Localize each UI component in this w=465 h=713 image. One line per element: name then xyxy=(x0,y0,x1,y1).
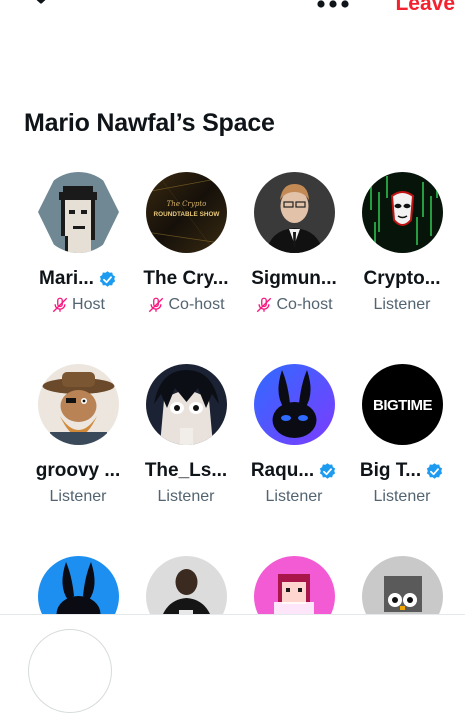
mic-off-icon xyxy=(149,297,164,313)
participant-name-row: Sigmun... xyxy=(240,268,348,290)
participant-role-row: Listener xyxy=(348,488,456,506)
participant-role-row: Listener xyxy=(24,488,132,506)
participant-name-row: The Cry... xyxy=(132,268,240,290)
participant-name: Raqu... xyxy=(250,460,315,481)
cryptopunk-avatar-image xyxy=(38,172,119,253)
participant-role: Listener xyxy=(373,296,431,313)
bottom-bar xyxy=(0,614,465,713)
verified-icon xyxy=(320,462,336,479)
avatar[interactable]: BIGTIME xyxy=(362,364,443,445)
cowboy-ape-avatar-image xyxy=(38,364,119,445)
participant-name: Sigmun... xyxy=(251,268,337,289)
participant-name: Big T... xyxy=(359,460,422,481)
leave-button[interactable]: Leave xyxy=(395,0,455,16)
matrix-mask-avatar-image xyxy=(362,172,443,253)
participant-role: Co-host xyxy=(168,296,225,313)
participant-role-row: Co-host xyxy=(132,296,240,314)
participant-name-row: Big T... xyxy=(348,460,456,482)
participant-role-row: Co-host xyxy=(240,296,348,314)
avatar-script-text: The Crypto xyxy=(167,200,207,208)
participant-role-row: Listener xyxy=(240,488,348,506)
avatar[interactable] xyxy=(38,364,119,445)
participant-name: The_Ls... xyxy=(144,460,228,481)
bigtime-logo-avatar-image: BIGTIME xyxy=(362,364,443,445)
avatar[interactable] xyxy=(38,172,119,253)
participant-role: Listener xyxy=(49,488,107,505)
mic-off-icon xyxy=(52,297,68,313)
verified-icon xyxy=(427,462,443,479)
participant-name-row: Mari... xyxy=(24,268,132,290)
participant-role: Listener xyxy=(157,488,215,505)
bunny-mask-avatar-image xyxy=(254,364,335,445)
participant-role: Co-host xyxy=(276,296,333,313)
avatar[interactable] xyxy=(362,172,443,253)
participant-name-row: The_Ls... xyxy=(132,460,240,482)
avatar[interactable] xyxy=(254,172,335,253)
participant-role-row: Listener xyxy=(348,296,456,314)
top-bar: Leave xyxy=(0,0,465,20)
participant-name: groovy ... xyxy=(35,460,121,481)
verified-icon xyxy=(99,270,116,287)
space-title: Mario Nawfal’s Space xyxy=(24,109,275,137)
participant-name-row: groovy ... xyxy=(24,460,132,482)
participant-name: Crypto... xyxy=(363,268,441,289)
microphone-button[interactable] xyxy=(28,629,112,713)
participant-name-row: Crypto... xyxy=(348,268,456,290)
participant-role: Host xyxy=(72,296,105,313)
roundtable-show-avatar-image: The Crypto ROUNDTABLE SHOW xyxy=(146,172,227,253)
portrait-avatar-image xyxy=(254,172,335,253)
avatar[interactable] xyxy=(146,364,227,445)
participant-name-row: Raqu... xyxy=(240,460,348,482)
participant-role-row: Listener xyxy=(132,488,240,506)
participant-name: Mari... xyxy=(39,268,94,289)
mic-off-icon xyxy=(257,297,272,313)
participant-role: Listener xyxy=(265,488,323,505)
anime-avatar-image xyxy=(146,364,227,445)
more-icon[interactable] xyxy=(316,0,350,11)
avatar[interactable]: The Crypto ROUNDTABLE SHOW xyxy=(146,172,227,253)
participant-role: Listener xyxy=(373,488,431,505)
avatar-show-text: ROUNDTABLE SHOW xyxy=(154,211,221,218)
participant-name: The Cry... xyxy=(143,268,229,289)
avatar-logo-text: BIGTIME xyxy=(373,397,432,414)
participant-role-row: Host xyxy=(24,296,132,314)
avatar[interactable] xyxy=(254,364,335,445)
chevron-down-icon[interactable] xyxy=(28,0,54,10)
